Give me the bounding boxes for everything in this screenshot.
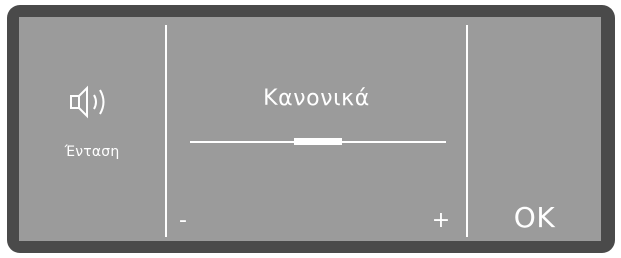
volume-slider[interactable] [190, 138, 446, 145]
slider-thumb[interactable] [294, 138, 342, 145]
left-divider [165, 25, 167, 237]
setting-value-label: Κανονικά [263, 86, 370, 111]
volume-button[interactable]: Ένταση [19, 17, 165, 241]
increase-button[interactable]: + [429, 207, 453, 235]
speaker-icon [70, 85, 105, 119]
volume-label: Ένταση [64, 144, 120, 160]
decrease-button[interactable]: - [179, 207, 203, 235]
ok-label: OK [513, 201, 556, 234]
ok-button[interactable]: OK [468, 167, 601, 241]
display-screen: Ένταση Κανονικά - + OK [19, 17, 601, 241]
